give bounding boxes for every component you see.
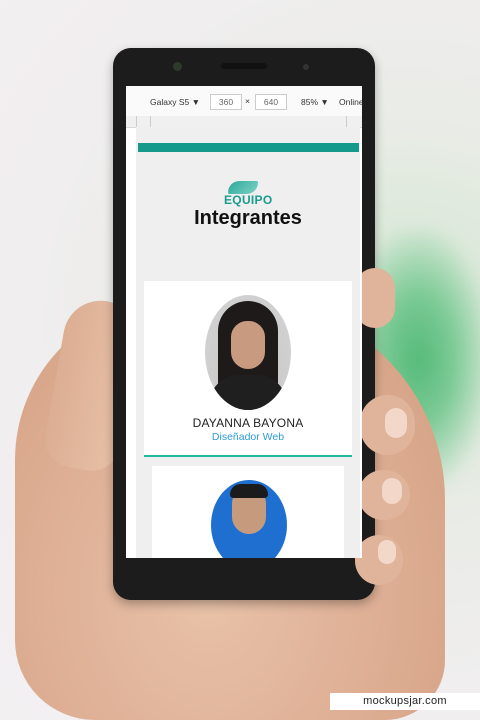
front-camera-icon [173,62,182,71]
zoom-select[interactable]: 85% ▼ [301,97,329,107]
page-viewport[interactable]: EQUIPO Integrantes DAYANNA BAYONA Diseña… [136,127,360,558]
phone-screen: Galaxy S5 ▼ 360 × 640 85% ▼ Online EQUIP… [126,86,362,558]
width-input[interactable]: 360 [210,94,242,110]
member-photo [211,480,287,558]
speaker-grille [221,63,267,69]
fingernail [382,478,402,504]
header-accent-bar [138,143,359,152]
dimension-separator: × [245,96,250,106]
watermark: mockupsjar.com [330,693,480,710]
throttle-select[interactable]: Online [339,97,362,107]
page-title: Integrantes [194,207,302,229]
member-role: Diseñador Web [211,431,285,443]
device-toolbar: Galaxy S5 ▼ 360 × 640 85% ▼ Online [126,86,362,117]
device-select[interactable]: Galaxy S5 ▼ [150,97,200,107]
sensor-icon [303,64,309,70]
logo-text: EQUIPO [224,193,273,207]
fingernail [385,408,407,438]
member-photo [205,295,291,410]
fingernail [378,540,396,564]
member-name: DAYANNA BAYONA [192,416,304,430]
member-card[interactable]: DAYANNA BAYONA Diseñador Web [144,281,352,457]
height-input[interactable]: 640 [255,94,287,110]
member-card[interactable] [152,466,344,558]
